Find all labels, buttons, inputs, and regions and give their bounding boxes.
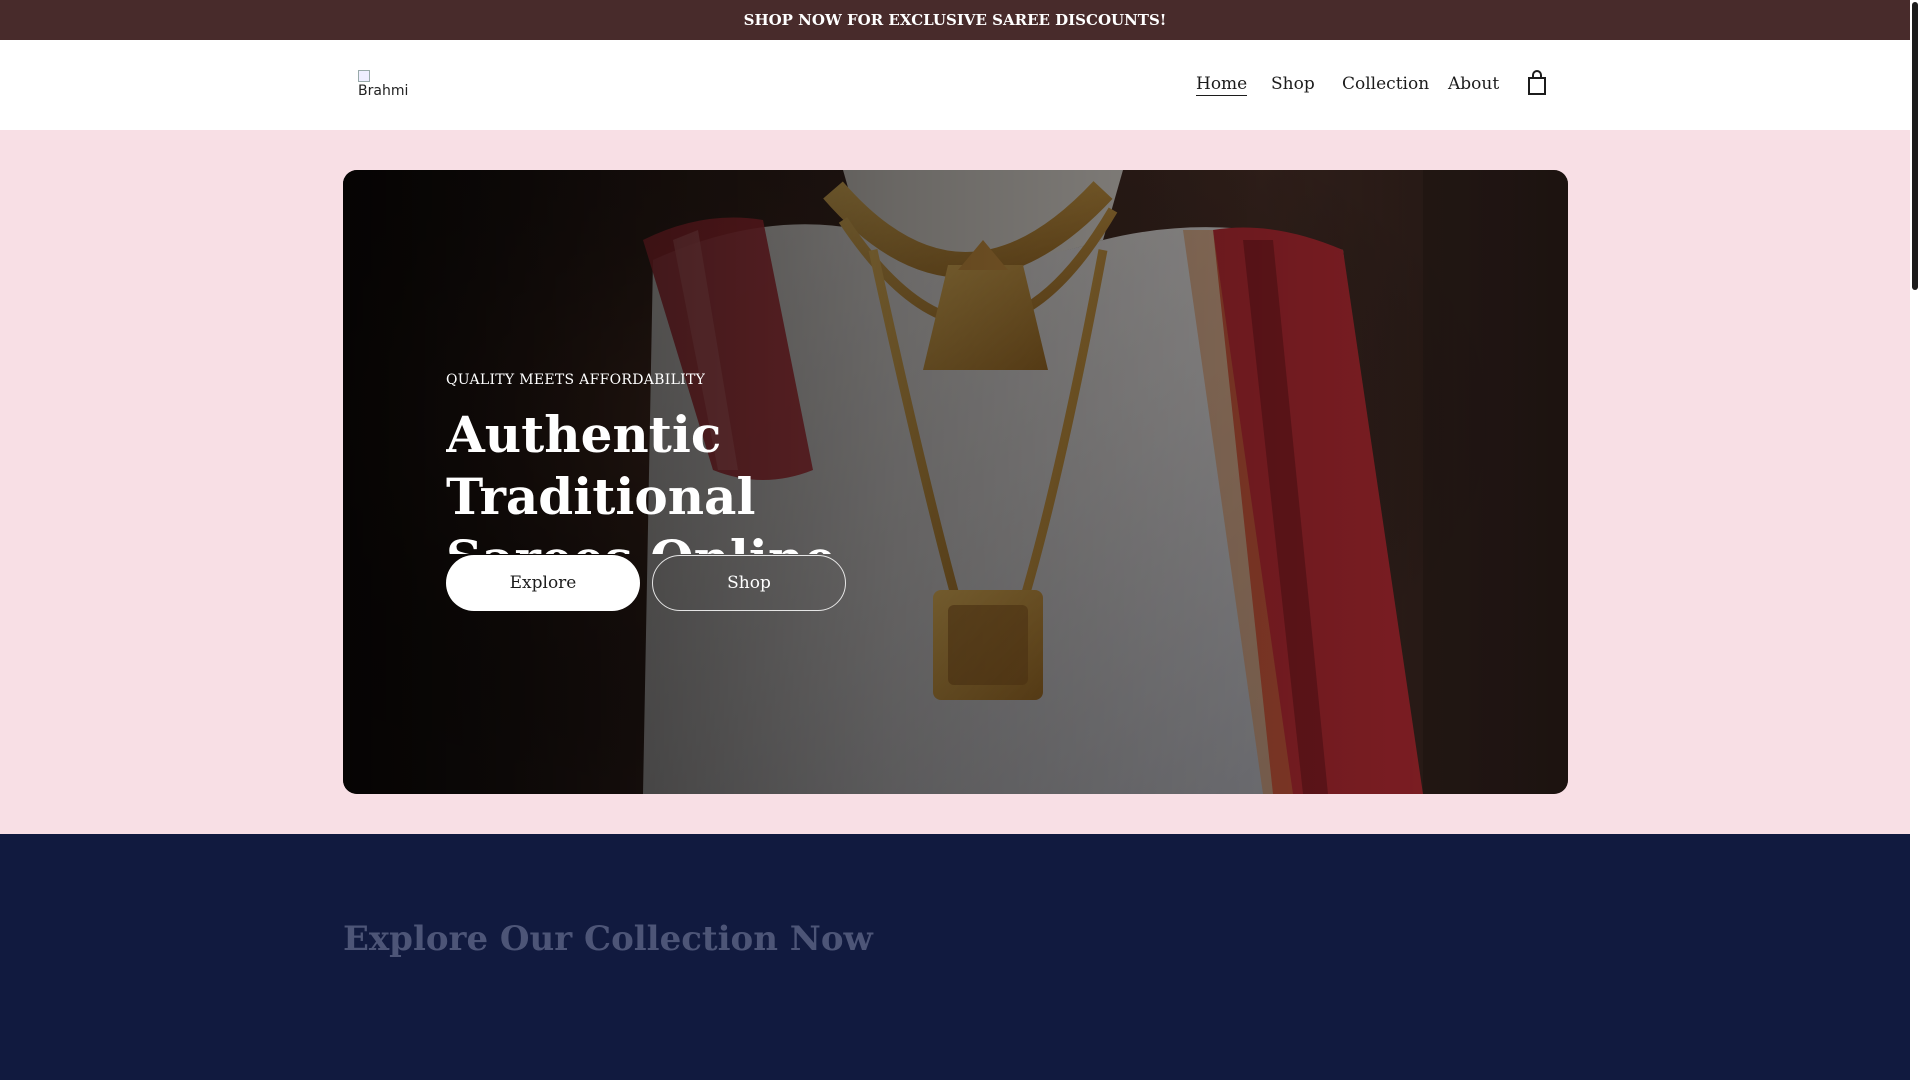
collection-title: Explore Our Collection Now	[343, 919, 873, 959]
hero-title: Authentic Traditional Sarees Online	[446, 405, 836, 554]
shopping-bag-icon[interactable]	[1526, 70, 1548, 96]
explore-button[interactable]: Explore	[446, 555, 640, 611]
nav-shop[interactable]: Shop	[1271, 74, 1315, 94]
hero-banner: QUALITY MEETS AFFORDABILITY Authentic Tr…	[343, 170, 1568, 794]
site-header: Brahmi	[0, 40, 1910, 130]
logo-alt-text: Brahmi	[358, 83, 409, 99]
scrollbar-thumb[interactable]	[1912, 2, 1918, 290]
shop-button[interactable]: Shop	[652, 555, 846, 611]
nav-home[interactable]: Home	[1196, 74, 1248, 96]
logo[interactable]: Brahmi	[358, 70, 410, 100]
hero-eyebrow: QUALITY MEETS AFFORDABILITY	[446, 372, 706, 388]
nav-about[interactable]: About	[1448, 74, 1499, 94]
announcement-text: SHOP NOW FOR EXCLUSIVE SAREE DISCOUNTS!	[743, 11, 1167, 29]
broken-image-icon	[358, 70, 370, 82]
collection-section: Explore Our Collection Now	[0, 834, 1910, 1080]
announcement-bar: SHOP NOW FOR EXCLUSIVE SAREE DISCOUNTS!	[0, 0, 1910, 40]
nav-collection[interactable]: Collection	[1342, 74, 1429, 94]
